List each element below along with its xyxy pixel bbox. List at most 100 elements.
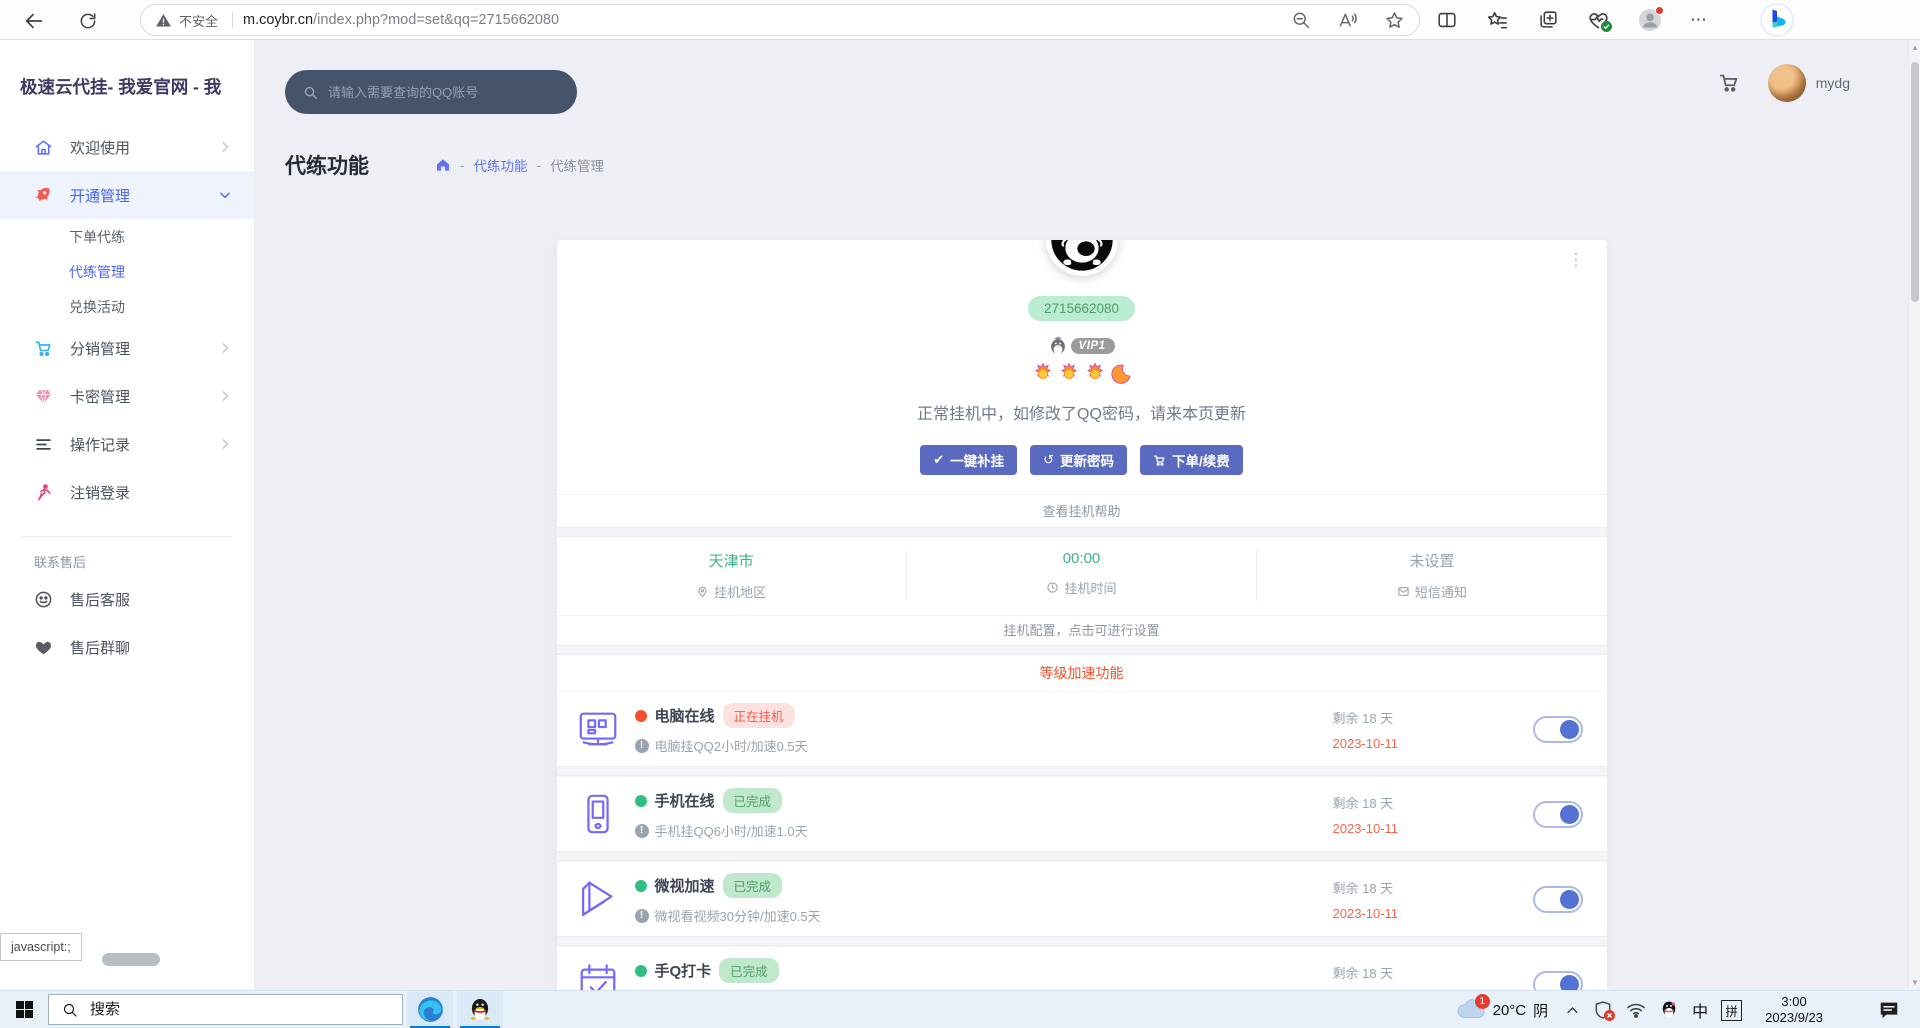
favorites-bar-icon[interactable] (1486, 9, 1509, 32)
sidebar-item-logout[interactable]: 注销登录 (0, 468, 254, 516)
taskbar-weather[interactable]: 1 20°C 阴 (1456, 997, 1549, 1023)
taskbar-app-qq[interactable] (457, 991, 503, 1028)
browser-profile-button[interactable] (1638, 8, 1662, 32)
horizontal-scrollbar-thumb[interactable] (102, 953, 160, 966)
sidebar-item-support-group[interactable]: 售后群聊 (0, 623, 254, 671)
feature-status-badge: 正在挂机 (723, 703, 795, 728)
weather-alert-badge: 1 (1475, 994, 1490, 1009)
qq-search-input[interactable] (328, 85, 559, 100)
breadcrumb-level2[interactable]: 代练管理 (550, 155, 604, 175)
wifi-icon[interactable] (1626, 1002, 1646, 1018)
section-gap (557, 527, 1607, 537)
sidebar-subitem-place-order[interactable]: 下单代练 (0, 219, 254, 254)
sidebar-section-contact: 联系售后 (34, 551, 254, 575)
logout-runner-icon (34, 483, 53, 502)
tray-expand-chevron-icon[interactable] (1565, 1003, 1580, 1018)
order-renew-button[interactable]: 下单/续费 (1140, 445, 1243, 475)
security-label: 不安全 (179, 11, 218, 30)
taskbar-search-input[interactable] (90, 1001, 350, 1018)
page-title: 代练功能 (285, 150, 369, 180)
stat-hangup-time[interactable]: 00:00 挂机时间 (906, 550, 1256, 601)
level-sun-icon (1084, 363, 1106, 385)
qq-tray-icon[interactable] (1659, 1000, 1679, 1020)
browser-back-button[interactable] (20, 7, 48, 35)
info-icon: ! (635, 909, 649, 923)
read-aloud-icon[interactable] (1337, 10, 1358, 31)
header-cart-icon[interactable] (1718, 72, 1740, 94)
browser-refresh-button[interactable] (74, 7, 102, 35)
vip-row: VIP1 (557, 336, 1607, 356)
ime-pinyin-indicator[interactable]: 拼 (1721, 1000, 1742, 1021)
sidebar-item-welcome[interactable]: 欢迎使用 (0, 123, 254, 171)
qq-app-icon (467, 997, 493, 1023)
sidebar-item-label: 卡密管理 (70, 386, 130, 407)
bing-chat-icon[interactable] (1760, 3, 1794, 37)
not-secure-warning-icon (155, 12, 172, 29)
qq-search-box[interactable] (285, 70, 577, 114)
start-button[interactable] (0, 991, 48, 1028)
location-pin-icon (696, 585, 709, 598)
ime-language-indicator[interactable]: 中 (1692, 998, 1708, 1022)
sidebar-item-operation-log[interactable]: 操作记录 (0, 420, 254, 468)
sidebar-subitem-label: 兑换活动 (69, 297, 125, 317)
scroll-up-arrow[interactable]: ▲ (1909, 43, 1920, 52)
taskbar-app-edge[interactable] (407, 991, 453, 1028)
essentials-check-badge (1601, 21, 1612, 32)
browser-essentials-icon[interactable] (1587, 9, 1610, 32)
sidebar-subitem-train-manage[interactable]: 代练管理 (0, 254, 254, 289)
link-status-tooltip: javascript:; (0, 933, 82, 961)
hangup-stats-row: 天津市 挂机地区 00:00 挂机时间 未设置 短信通知 (557, 537, 1607, 615)
scrollbar-thumb[interactable] (1911, 62, 1919, 302)
computer-icon (575, 706, 621, 752)
card-more-menu-icon[interactable]: ⋮ (1568, 250, 1585, 270)
feature-toggle-pc-online[interactable] (1533, 716, 1583, 743)
action-center-icon[interactable] (1878, 999, 1900, 1021)
one-key-rehang-button[interactable]: ✔一键补挂 (920, 445, 1017, 475)
browser-settings-menu-icon[interactable]: ⋯ (1690, 10, 1708, 30)
username[interactable]: mydg (1816, 75, 1850, 91)
vertical-scrollbar[interactable]: ▲ ▼ (1908, 40, 1920, 990)
chevron-right-icon (218, 341, 232, 355)
feature-days-remaining: 剩余 18 天 (1333, 963, 1533, 982)
taskbar-search-box[interactable] (48, 994, 403, 1025)
hangup-config-link[interactable]: 挂机配置，点击可进行设置 (557, 615, 1607, 645)
shield-error-badge (1604, 1010, 1615, 1021)
chevron-right-icon (218, 437, 232, 451)
breadcrumb-home-icon[interactable] (435, 157, 451, 173)
breadcrumb: - 代练功能 - 代练管理 (435, 155, 604, 175)
zoom-out-icon[interactable] (1291, 10, 1311, 30)
feature-toggle-weishi-boost[interactable] (1533, 886, 1583, 913)
stat-sms-notify[interactable]: 未设置 短信通知 (1256, 550, 1606, 601)
address-bar[interactable]: 不安全 m.coybr.cn/index.php?mod=set&qq=2715… (140, 4, 1420, 36)
stat-value: 天津市 (557, 550, 906, 571)
sidebar-item-card-keys[interactable]: 卡密管理 (0, 372, 254, 420)
sidebar-item-support-service[interactable]: 售后客服 (0, 575, 254, 623)
scroll-down-arrow[interactable]: ▼ (1909, 978, 1920, 987)
feature-name: 微视加速 (655, 875, 715, 896)
security-shield-icon[interactable] (1593, 1000, 1613, 1020)
feature-description: 电脑挂QQ2小时/加速0.5天 (655, 736, 808, 755)
update-password-button[interactable]: ↺更新密码 (1030, 445, 1127, 475)
profile-notification-dot (1655, 6, 1664, 15)
qq-level-icons (557, 363, 1607, 385)
feature-toggle-phone-online[interactable] (1533, 801, 1583, 828)
stat-region[interactable]: 天津市 挂机地区 (557, 550, 906, 601)
level-boost-section-title: 等级加速功能 (557, 655, 1607, 691)
sidebar-item-open-manage[interactable]: 开通管理 (0, 171, 254, 219)
sidebar-subitem-exchange[interactable]: 兑换活动 (0, 289, 254, 324)
sidebar-divider (22, 536, 232, 537)
breadcrumb-level1[interactable]: 代练功能 (474, 155, 528, 175)
feature-status-badge: 已完成 (723, 873, 783, 898)
level-sun-icon (1058, 363, 1080, 385)
split-screen-icon[interactable] (1436, 9, 1458, 31)
collections-icon[interactable] (1537, 9, 1559, 31)
user-avatar[interactable] (1768, 64, 1806, 102)
favorite-star-icon[interactable] (1384, 10, 1405, 31)
site-title: 极速云代挂- 我爱官网 - 我 (0, 40, 254, 99)
taskbar-clock[interactable]: 3:00 2023/9/23 (1765, 994, 1823, 1026)
sidebar-item-distribution[interactable]: 分销管理 (0, 324, 254, 372)
chevron-down-icon (218, 188, 232, 202)
feature-row-pc-online: 电脑在线 正在挂机 !电脑挂QQ2小时/加速0.5天 剩余 18 天 2023-… (557, 691, 1607, 766)
chevron-right-icon (218, 389, 232, 403)
hangup-help-link[interactable]: 查看挂机帮助 (557, 494, 1607, 527)
